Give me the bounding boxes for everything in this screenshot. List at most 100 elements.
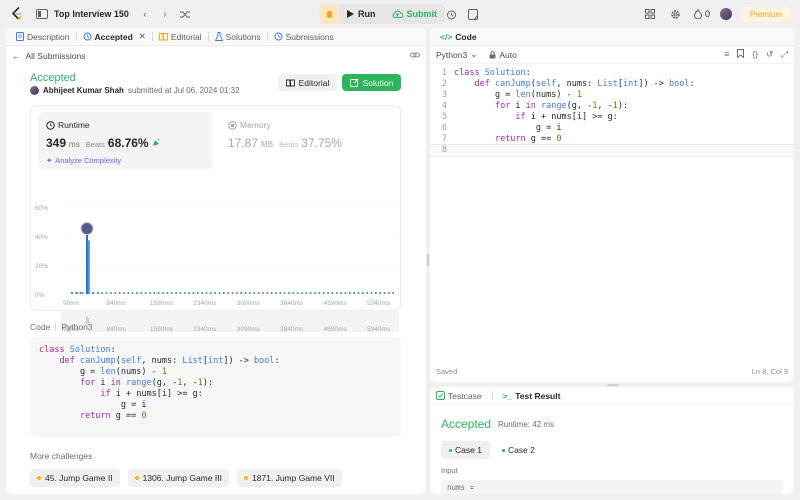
y-tick-label: 20% <box>35 263 48 270</box>
auto-mode-toggle[interactable]: Auto <box>489 50 517 60</box>
line-content: def canJump(self, nums: List[int]) -> bo… <box>474 79 695 89</box>
chart-bar <box>223 292 225 294</box>
chart-bar <box>309 292 312 294</box>
chart-bar <box>166 292 169 294</box>
editorial-button[interactable]: Editorial <box>278 74 337 91</box>
auto-mode-label: Auto <box>499 49 517 60</box>
runtime-distribution-chart[interactable]: 60% 40% 20% 0% 90ms 840ms 1590ms 2340ms 3090ms 38… <box>31 106 402 336</box>
submitted-code-block[interactable]: class Solution: def canJump(self, nums: … <box>30 337 401 437</box>
tab-code[interactable]: </> Code <box>436 28 481 46</box>
code-tab-bar: </> Code <box>430 28 794 46</box>
tab-submissions[interactable]: Submissions <box>270 28 338 46</box>
language-select[interactable]: Python3 ⌄ <box>436 49 477 60</box>
editor-line[interactable]: 7 return g == 0 <box>430 134 794 145</box>
author-name[interactable]: Abhijeet Kumar Shah <box>43 86 124 95</box>
submitted-time: submitted at Jul 06, 2024 01:32 <box>127 86 240 95</box>
document-icon <box>16 32 24 41</box>
solution-button[interactable]: Solution <box>342 74 401 91</box>
editorial-button-label: Editorial <box>298 77 330 88</box>
leetcode-logo-icon[interactable] <box>10 7 24 21</box>
alarm-icon[interactable] <box>443 6 459 22</box>
problem-list-title[interactable]: Top Interview 150 <box>54 9 129 19</box>
chart-bar <box>162 292 164 294</box>
chart-bar <box>85 234 88 294</box>
challenge-chip[interactable]: 1871. Jump Game VII <box>236 469 342 487</box>
result-runtime: Runtime: 42 ms <box>498 420 555 429</box>
case-tabs: Case 1 Case 2 <box>441 441 543 459</box>
list-icon[interactable] <box>34 6 50 22</box>
editor-line[interactable]: 3 g = len(nums) - 1 <box>430 90 794 101</box>
chart-bar <box>131 292 134 294</box>
note-icon[interactable] <box>465 6 481 22</box>
y-tick-label: 0% <box>35 292 45 299</box>
fullscreen-icon[interactable]: ⤢ <box>781 49 788 60</box>
case-2-tab[interactable]: Case 2 <box>494 441 543 459</box>
editor-line[interactable]: 5 if i + nums[i] >= g: <box>430 112 794 123</box>
chart-bar <box>110 292 112 294</box>
chevron-right-icon[interactable]: › <box>157 6 173 22</box>
chart-bar <box>136 292 138 294</box>
editor-line[interactable]: 4 for i in range(g, -1, -1): <box>430 101 794 112</box>
bookmark-icon[interactable] <box>737 49 745 60</box>
reset-icon[interactable]: ↺ <box>766 49 773 60</box>
format-icon[interactable]: ≡ <box>724 49 729 60</box>
chart-bar <box>175 292 177 294</box>
user-avatar[interactable] <box>719 8 732 20</box>
editor-line[interactable]: 2 def canJump(self, nums: List[int]) -> … <box>430 79 794 90</box>
all-submissions-link[interactable]: ← All Submissions <box>12 51 86 61</box>
x-tick-label: 840ms <box>106 300 126 307</box>
chart-bar <box>76 292 79 294</box>
line-content: class Solution: <box>454 68 531 78</box>
vertical-resize-handle[interactable] <box>427 254 429 266</box>
challenge-chip[interactable]: 45. Jump Game II <box>30 469 120 487</box>
close-icon[interactable]: ✕ <box>139 31 146 42</box>
premium-button[interactable]: Premium <box>741 6 790 22</box>
code-editor[interactable]: 1 class Solution: 2 def canJump(self, nums… <box>430 68 794 157</box>
submit-button[interactable]: Submit <box>384 4 446 24</box>
chevron-left-icon[interactable]: ‹ <box>137 6 153 22</box>
run-button[interactable]: Run <box>339 4 384 24</box>
chart-bar <box>379 292 381 294</box>
slider-tick-label: 2340ms <box>193 326 217 333</box>
chart-bar <box>97 292 100 294</box>
chart-bar <box>149 292 151 294</box>
tab-editorial[interactable]: Editorial <box>155 28 206 46</box>
line-number: 8 <box>441 145 447 155</box>
braces-icon[interactable]: {} <box>752 49 758 60</box>
editor-line[interactable]: 1 class Solution: <box>430 68 794 79</box>
challenge-chip[interactable]: 1306. Jump Game III <box>127 469 229 487</box>
result-tab-bar: Testcase >_ Test Result <box>430 387 794 405</box>
gear-icon[interactable] <box>668 6 684 22</box>
tab-solutions[interactable]: Solutions <box>211 28 265 46</box>
chart-bar <box>81 292 84 294</box>
history-icon <box>83 32 92 41</box>
case-1-tab[interactable]: Case 1 <box>441 441 490 459</box>
editor-line[interactable]: 6 g = i <box>430 123 794 134</box>
editor-line[interactable]: 8 <box>430 144 794 157</box>
horizontal-resize-handle[interactable] <box>607 384 619 386</box>
terminal-icon: >_ <box>502 390 513 401</box>
chart-bar <box>305 292 308 294</box>
chart-bar <box>375 292 377 294</box>
tab-accepted-label: Accepted <box>94 31 133 42</box>
streak-counter[interactable]: 0 <box>693 9 710 19</box>
line-content: return g == 0 <box>494 134 562 144</box>
code-line: def canJump(self, nums: List[int]) -> bo… <box>59 356 280 366</box>
line-number: 2 <box>441 79 447 89</box>
chart-bar <box>392 292 395 294</box>
shuffle-icon[interactable] <box>177 6 193 22</box>
tab-description[interactable]: Description <box>12 28 74 46</box>
tab-testcase[interactable]: Testcase <box>436 391 482 401</box>
editor-actions: ≡ {} ↺ ⤢ <box>724 49 788 60</box>
tab-test-result[interactable]: >_ Test Result <box>503 391 561 401</box>
tab-accepted[interactable]: Accepted ✕ <box>79 28 150 46</box>
layout-grid-icon[interactable] <box>642 6 658 22</box>
y-tick-label: 60% <box>35 205 48 212</box>
performance-card: Runtime 349 ms Beats 68.76% ✦ Analyze Co… <box>30 105 401 333</box>
share-link-icon[interactable] <box>410 51 420 61</box>
author-avatar[interactable] <box>30 86 39 95</box>
debug-icon[interactable] <box>319 4 339 24</box>
chart-bar <box>170 292 173 294</box>
code-language: Python3 <box>61 322 93 332</box>
slider-tick-label: 1590ms <box>150 326 174 333</box>
